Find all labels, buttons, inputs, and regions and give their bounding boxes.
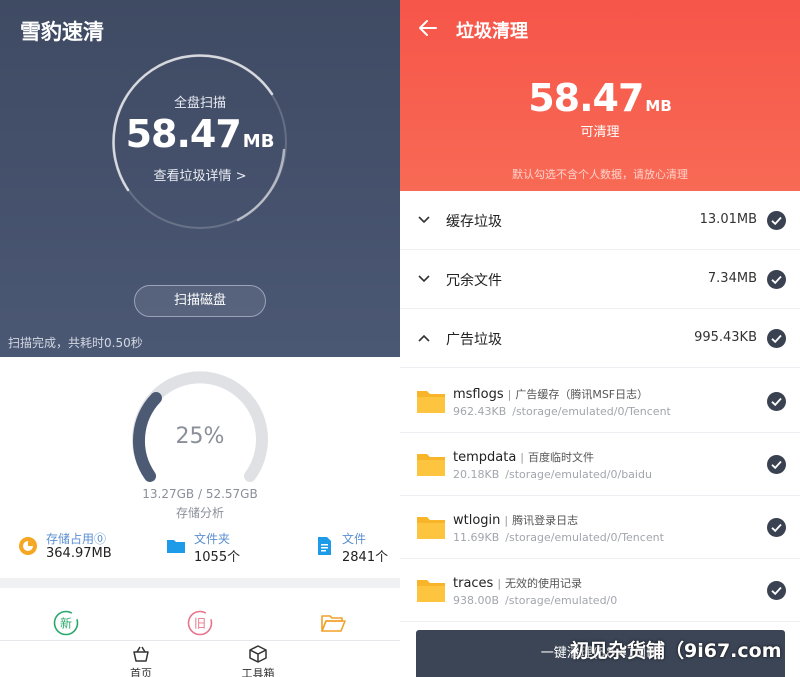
nav-toolbox[interactable]: 工具箱 [228,645,288,677]
app-title: 雪豹速清 [20,20,104,44]
item-name: tempdata [453,450,517,465]
stat-label: 文件夹 [194,532,231,546]
chevron-down-icon [418,275,430,283]
chevron-up-icon [418,334,430,342]
nav-home-label: 首页 [130,667,152,677]
total-size-value: 58.47 [528,76,644,120]
stat-value: 1055个 [194,550,241,565]
item-name: traces [453,576,494,591]
item-description: 腾讯登录日志 [512,514,579,527]
item-description: 无效的使用记录 [505,577,583,590]
item-meta: 938.00B/storage/emulated/0 [453,594,617,607]
category-ad-junk[interactable]: 广告垃圾 995.43KB [400,309,800,368]
list-item[interactable]: msflogs | 广告缓存（腾讯MSF日志） 962.43KB/storage/e… [400,370,800,433]
open-folder-icon[interactable] [320,610,346,636]
chevron-down-icon [418,216,430,224]
document-icon [318,537,331,555]
category-size: 995.43KB [694,330,757,345]
item-title: msflogs | 广告缓存（腾讯MSF日志） [453,387,649,402]
junk-size-value: 58.47 [125,112,242,156]
cleanable-label: 可清理 [580,125,620,140]
checked-icon[interactable] [767,270,786,289]
list-item[interactable]: tempdata | 百度临时文件 20.18KB/storage/emulated… [400,433,800,496]
junk-details-link[interactable]: 查看垃圾详情 > [0,165,400,184]
item-title: tempdata | 百度临时文件 [453,450,595,465]
folder-icon [417,391,445,413]
old-files-icon[interactable]: 旧 [187,610,213,636]
scan-summary-header: 雪豹速清 全盘扫描 58.47 MB 查看垃圾详情 > 扫描磁盘 扫描完成，共耗时… [0,0,400,357]
folder-icon [417,454,445,476]
default-selection-hint: 默认勾选不含个人数据，请放心清理 [512,168,688,181]
item-path: /storage/emulated/0/Tencent [505,531,664,544]
folder-icon [417,517,445,539]
item-size: 962.43KB [453,405,507,418]
category-name: 冗余文件 [446,273,502,289]
stat-files[interactable]: 文件 2841个 [314,530,394,566]
storage-pie-icon [19,537,37,555]
item-description: 百度临时文件 [528,451,595,464]
category-size: 13.01MB [699,212,757,227]
scan-status-text: 扫描完成，共耗时0.50秒 [8,336,143,350]
stat-value: 2841个 [342,550,389,565]
watermark: 初见杂货铺（9i67.com [570,640,782,662]
category-name: 广告垃圾 [446,332,502,348]
item-meta: 11.69KB/storage/emulated/0/Tencent [453,531,664,544]
junk-size-display: 58.47 MB [0,112,400,156]
item-title: wtlogin | 腾讯登录日志 [453,513,579,528]
new-files-icon[interactable]: 新 [53,610,79,636]
new-glyph: 新 [60,616,72,631]
toolbox-cube-icon [249,645,267,663]
item-meta: 962.43KB/storage/emulated/0/Tencent [453,405,671,418]
scan-disk-button[interactable]: 扫描磁盘 [134,285,266,317]
list-item[interactable]: traces | 无效的使用记录 938.00B/storage/emulated/… [400,559,800,622]
item-name: wtlogin [453,513,501,528]
stat-storage-usage[interactable]: 存储占用⓪ 364.97MB [18,530,138,566]
item-meta: 20.18KB/storage/emulated/0/baidu [453,468,652,481]
category-redundant-files[interactable]: 冗余文件 7.34MB [400,250,800,309]
stat-value: 364.97MB [46,546,112,561]
nav-home[interactable]: 首页 [111,645,171,677]
section-divider [0,578,400,588]
checked-icon[interactable] [767,392,786,411]
category-name: 缓存垃圾 [446,214,502,230]
item-path: /storage/emulated/0/Tencent [512,405,671,418]
item-path: /storage/emulated/0/baidu [505,468,652,481]
checked-icon[interactable] [767,329,786,348]
bottom-nav-divider [0,640,400,641]
junk-size-unit: MB [242,131,275,152]
junk-clean-screen: 垃圾清理 58.47 MB 可清理 默认勾选不含个人数据，请放心清理 缓存垃圾 1… [400,0,800,677]
item-size: 11.69KB [453,531,500,544]
item-size: 20.18KB [453,468,500,481]
checked-icon[interactable] [767,581,786,600]
stat-folders[interactable]: 文件夹 1055个 [166,530,276,566]
stat-label: 文件 [342,532,367,546]
checked-icon[interactable] [767,518,786,537]
nav-toolbox-label: 工具箱 [241,667,275,677]
checked-icon[interactable] [767,211,786,230]
storage-analysis-label: 存储分析 [175,506,224,520]
storage-used-total: 13.27GB / 52.57GB [142,487,258,501]
item-name: msflogs [453,387,504,402]
junk-clean-header: 垃圾清理 58.47 MB 可清理 默认勾选不含个人数据，请放心清理 [400,0,800,191]
folder-icon [417,580,445,602]
item-title: traces | 无效的使用记录 [453,576,583,591]
checked-icon[interactable] [767,455,786,474]
full-scan-label: 全盘扫描 [173,96,226,111]
total-size-display: 58.47 MB [400,76,800,120]
category-size: 7.34MB [707,271,757,286]
stat-label: 存储占用⓪ [46,532,107,546]
folder-icon [167,540,185,553]
item-path: /storage/emulated/0 [505,594,618,607]
item-description: 广告缓存（腾讯MSF日志） [515,388,649,401]
storage-percent: 25% [175,424,225,449]
total-size-unit: MB [645,97,672,115]
list-item[interactable]: wtlogin | 腾讯登录日志 11.69KB/storage/emulated/… [400,496,800,559]
page-title: 垃圾清理 [456,21,528,42]
home-screen: 雪豹速清 全盘扫描 58.47 MB 查看垃圾详情 > 扫描磁盘 扫描完成，共耗时… [0,0,400,677]
old-glyph: 旧 [194,617,206,631]
home-basket-icon [133,646,149,662]
category-cache-junk[interactable]: 缓存垃圾 13.01MB [400,191,800,250]
item-size: 938.00B [453,594,500,607]
back-arrow-icon[interactable] [418,18,438,38]
